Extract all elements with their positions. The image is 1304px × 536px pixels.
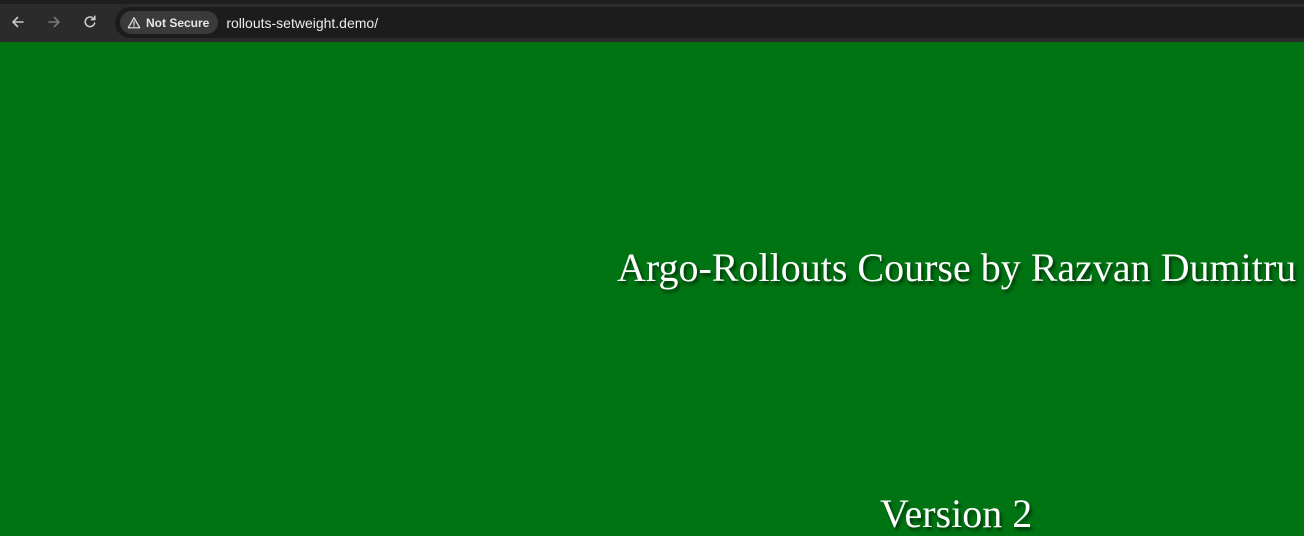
arrow-right-icon [48, 16, 60, 28]
security-chip[interactable]: Not Secure [120, 11, 219, 34]
url-text[interactable]: rollouts-setweight.demo/ [226, 15, 378, 31]
forward-button[interactable] [42, 10, 66, 34]
back-button[interactable] [6, 10, 30, 34]
version-label: Version 2 [880, 491, 1033, 536]
warning-triangle-icon [127, 16, 141, 28]
reload-button[interactable] [78, 10, 102, 34]
address-bar[interactable]: Not Secure rollouts-setweight.demo/ [115, 7, 1304, 38]
page-heading: Argo-Rollouts Course by Razvan Dumitru [617, 245, 1297, 290]
browser-toolbar: Not Secure rollouts-setweight.demo/ [0, 0, 1304, 42]
page-content: Argo-Rollouts Course by Razvan Dumitru V… [0, 42, 1304, 536]
arrow-left-icon [12, 16, 24, 28]
reload-icon [84, 15, 96, 28]
security-label: Not Secure [146, 15, 210, 30]
